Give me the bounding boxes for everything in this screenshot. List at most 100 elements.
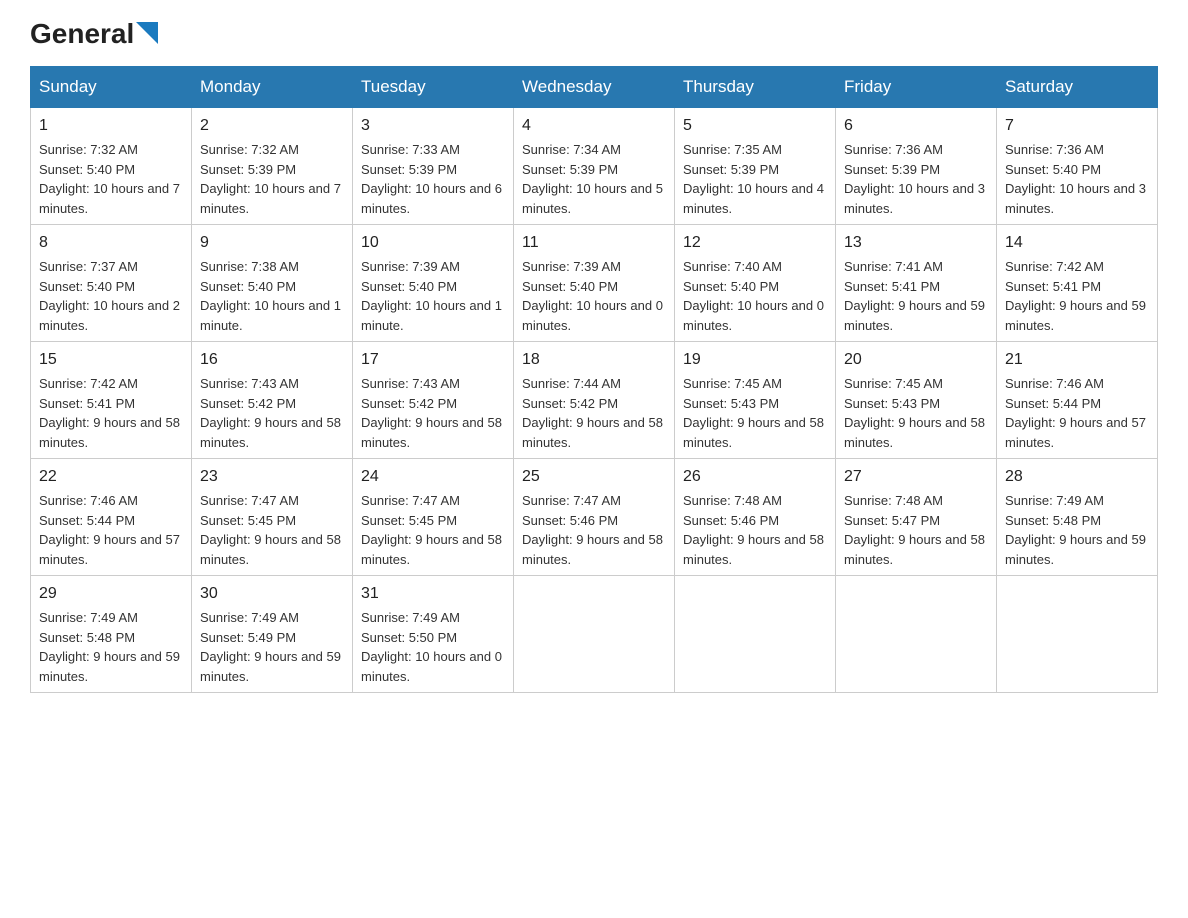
- day-number: 17: [361, 348, 505, 372]
- sunrise-info: Sunrise: 7:39 AMSunset: 5:40 PMDaylight:…: [522, 259, 663, 333]
- calendar-cell: 6 Sunrise: 7:36 AMSunset: 5:39 PMDayligh…: [836, 108, 997, 225]
- day-number: 27: [844, 465, 988, 489]
- sunrise-info: Sunrise: 7:43 AMSunset: 5:42 PMDaylight:…: [200, 376, 341, 450]
- sunrise-info: Sunrise: 7:42 AMSunset: 5:41 PMDaylight:…: [1005, 259, 1146, 333]
- calendar-cell: 13 Sunrise: 7:41 AMSunset: 5:41 PMDaylig…: [836, 225, 997, 342]
- day-number: 26: [683, 465, 827, 489]
- calendar-week-row: 22 Sunrise: 7:46 AMSunset: 5:44 PMDaylig…: [31, 459, 1158, 576]
- calendar-cell: 8 Sunrise: 7:37 AMSunset: 5:40 PMDayligh…: [31, 225, 192, 342]
- calendar-cell: 26 Sunrise: 7:48 AMSunset: 5:46 PMDaylig…: [675, 459, 836, 576]
- sunrise-info: Sunrise: 7:47 AMSunset: 5:45 PMDaylight:…: [200, 493, 341, 567]
- calendar-header-row: SundayMondayTuesdayWednesdayThursdayFrid…: [31, 67, 1158, 108]
- calendar-cell: 4 Sunrise: 7:34 AMSunset: 5:39 PMDayligh…: [514, 108, 675, 225]
- calendar-cell: 5 Sunrise: 7:35 AMSunset: 5:39 PMDayligh…: [675, 108, 836, 225]
- calendar-cell: 29 Sunrise: 7:49 AMSunset: 5:48 PMDaylig…: [31, 576, 192, 693]
- sunrise-info: Sunrise: 7:44 AMSunset: 5:42 PMDaylight:…: [522, 376, 663, 450]
- col-header-friday: Friday: [836, 67, 997, 108]
- day-number: 24: [361, 465, 505, 489]
- sunrise-info: Sunrise: 7:34 AMSunset: 5:39 PMDaylight:…: [522, 142, 663, 216]
- col-header-sunday: Sunday: [31, 67, 192, 108]
- col-header-wednesday: Wednesday: [514, 67, 675, 108]
- calendar-cell: 17 Sunrise: 7:43 AMSunset: 5:42 PMDaylig…: [353, 342, 514, 459]
- sunrise-info: Sunrise: 7:39 AMSunset: 5:40 PMDaylight:…: [361, 259, 502, 333]
- calendar-cell: 1 Sunrise: 7:32 AMSunset: 5:40 PMDayligh…: [31, 108, 192, 225]
- sunrise-info: Sunrise: 7:36 AMSunset: 5:39 PMDaylight:…: [844, 142, 985, 216]
- day-number: 5: [683, 114, 827, 138]
- calendar-cell: 21 Sunrise: 7:46 AMSunset: 5:44 PMDaylig…: [997, 342, 1158, 459]
- sunrise-info: Sunrise: 7:48 AMSunset: 5:46 PMDaylight:…: [683, 493, 824, 567]
- calendar-cell: 18 Sunrise: 7:44 AMSunset: 5:42 PMDaylig…: [514, 342, 675, 459]
- day-number: 10: [361, 231, 505, 255]
- calendar-cell: 22 Sunrise: 7:46 AMSunset: 5:44 PMDaylig…: [31, 459, 192, 576]
- sunrise-info: Sunrise: 7:45 AMSunset: 5:43 PMDaylight:…: [844, 376, 985, 450]
- sunrise-info: Sunrise: 7:47 AMSunset: 5:46 PMDaylight:…: [522, 493, 663, 567]
- day-number: 9: [200, 231, 344, 255]
- sunrise-info: Sunrise: 7:36 AMSunset: 5:40 PMDaylight:…: [1005, 142, 1146, 216]
- day-number: 3: [361, 114, 505, 138]
- col-header-tuesday: Tuesday: [353, 67, 514, 108]
- day-number: 13: [844, 231, 988, 255]
- sunrise-info: Sunrise: 7:49 AMSunset: 5:49 PMDaylight:…: [200, 610, 341, 684]
- day-number: 30: [200, 582, 344, 606]
- day-number: 18: [522, 348, 666, 372]
- sunrise-info: Sunrise: 7:47 AMSunset: 5:45 PMDaylight:…: [361, 493, 502, 567]
- sunrise-info: Sunrise: 7:46 AMSunset: 5:44 PMDaylight:…: [1005, 376, 1146, 450]
- calendar-cell: [836, 576, 997, 693]
- calendar-cell: 9 Sunrise: 7:38 AMSunset: 5:40 PMDayligh…: [192, 225, 353, 342]
- sunrise-info: Sunrise: 7:48 AMSunset: 5:47 PMDaylight:…: [844, 493, 985, 567]
- col-header-monday: Monday: [192, 67, 353, 108]
- calendar-cell: 23 Sunrise: 7:47 AMSunset: 5:45 PMDaylig…: [192, 459, 353, 576]
- day-number: 15: [39, 348, 183, 372]
- sunrise-info: Sunrise: 7:43 AMSunset: 5:42 PMDaylight:…: [361, 376, 502, 450]
- calendar-table: SundayMondayTuesdayWednesdayThursdayFrid…: [30, 66, 1158, 693]
- sunrise-info: Sunrise: 7:46 AMSunset: 5:44 PMDaylight:…: [39, 493, 180, 567]
- calendar-cell: 3 Sunrise: 7:33 AMSunset: 5:39 PMDayligh…: [353, 108, 514, 225]
- calendar-cell: 24 Sunrise: 7:47 AMSunset: 5:45 PMDaylig…: [353, 459, 514, 576]
- calendar-week-row: 1 Sunrise: 7:32 AMSunset: 5:40 PMDayligh…: [31, 108, 1158, 225]
- day-number: 8: [39, 231, 183, 255]
- sunrise-info: Sunrise: 7:32 AMSunset: 5:40 PMDaylight:…: [39, 142, 180, 216]
- calendar-cell: [997, 576, 1158, 693]
- calendar-cell: 11 Sunrise: 7:39 AMSunset: 5:40 PMDaylig…: [514, 225, 675, 342]
- day-number: 25: [522, 465, 666, 489]
- day-number: 22: [39, 465, 183, 489]
- calendar-cell: 12 Sunrise: 7:40 AMSunset: 5:40 PMDaylig…: [675, 225, 836, 342]
- calendar-cell: 27 Sunrise: 7:48 AMSunset: 5:47 PMDaylig…: [836, 459, 997, 576]
- day-number: 2: [200, 114, 344, 138]
- calendar-cell: 28 Sunrise: 7:49 AMSunset: 5:48 PMDaylig…: [997, 459, 1158, 576]
- sunrise-info: Sunrise: 7:32 AMSunset: 5:39 PMDaylight:…: [200, 142, 341, 216]
- sunrise-info: Sunrise: 7:45 AMSunset: 5:43 PMDaylight:…: [683, 376, 824, 450]
- sunrise-info: Sunrise: 7:42 AMSunset: 5:41 PMDaylight:…: [39, 376, 180, 450]
- calendar-cell: 19 Sunrise: 7:45 AMSunset: 5:43 PMDaylig…: [675, 342, 836, 459]
- sunrise-info: Sunrise: 7:49 AMSunset: 5:48 PMDaylight:…: [39, 610, 180, 684]
- calendar-cell: 20 Sunrise: 7:45 AMSunset: 5:43 PMDaylig…: [836, 342, 997, 459]
- calendar-week-row: 29 Sunrise: 7:49 AMSunset: 5:48 PMDaylig…: [31, 576, 1158, 693]
- calendar-cell: 31 Sunrise: 7:49 AMSunset: 5:50 PMDaylig…: [353, 576, 514, 693]
- calendar-cell: 15 Sunrise: 7:42 AMSunset: 5:41 PMDaylig…: [31, 342, 192, 459]
- calendar-cell: 16 Sunrise: 7:43 AMSunset: 5:42 PMDaylig…: [192, 342, 353, 459]
- sunrise-info: Sunrise: 7:49 AMSunset: 5:50 PMDaylight:…: [361, 610, 502, 684]
- sunrise-info: Sunrise: 7:37 AMSunset: 5:40 PMDaylight:…: [39, 259, 180, 333]
- day-number: 6: [844, 114, 988, 138]
- day-number: 14: [1005, 231, 1149, 255]
- calendar-cell: [675, 576, 836, 693]
- day-number: 12: [683, 231, 827, 255]
- calendar-cell: 14 Sunrise: 7:42 AMSunset: 5:41 PMDaylig…: [997, 225, 1158, 342]
- day-number: 19: [683, 348, 827, 372]
- calendar-cell: 7 Sunrise: 7:36 AMSunset: 5:40 PMDayligh…: [997, 108, 1158, 225]
- day-number: 11: [522, 231, 666, 255]
- col-header-thursday: Thursday: [675, 67, 836, 108]
- logo: General: [30, 20, 158, 48]
- logo-general: General: [30, 20, 134, 48]
- sunrise-info: Sunrise: 7:40 AMSunset: 5:40 PMDaylight:…: [683, 259, 824, 333]
- calendar-cell: 30 Sunrise: 7:49 AMSunset: 5:49 PMDaylig…: [192, 576, 353, 693]
- calendar-week-row: 8 Sunrise: 7:37 AMSunset: 5:40 PMDayligh…: [31, 225, 1158, 342]
- sunrise-info: Sunrise: 7:35 AMSunset: 5:39 PMDaylight:…: [683, 142, 824, 216]
- calendar-week-row: 15 Sunrise: 7:42 AMSunset: 5:41 PMDaylig…: [31, 342, 1158, 459]
- calendar-cell: 25 Sunrise: 7:47 AMSunset: 5:46 PMDaylig…: [514, 459, 675, 576]
- calendar-cell: 10 Sunrise: 7:39 AMSunset: 5:40 PMDaylig…: [353, 225, 514, 342]
- day-number: 7: [1005, 114, 1149, 138]
- day-number: 23: [200, 465, 344, 489]
- day-number: 16: [200, 348, 344, 372]
- sunrise-info: Sunrise: 7:49 AMSunset: 5:48 PMDaylight:…: [1005, 493, 1146, 567]
